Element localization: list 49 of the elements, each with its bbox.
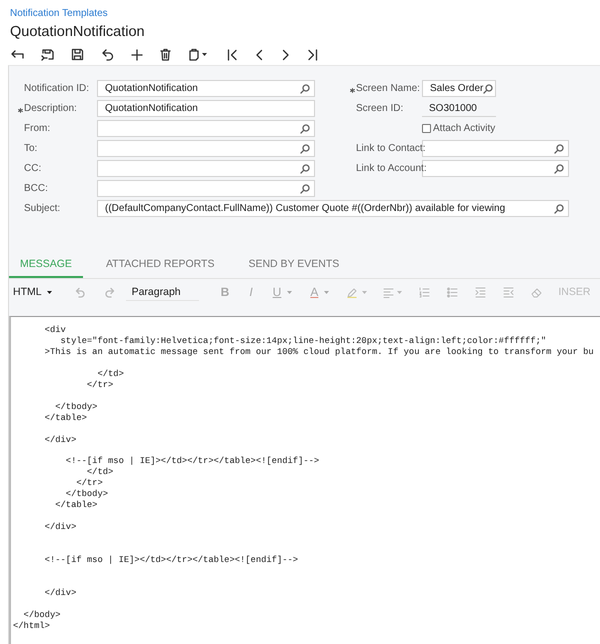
paragraph-dropdown[interactable]: Paragraph: [126, 284, 199, 300]
lookup-field[interactable]: [97, 140, 315, 157]
field-label: Screen ID:: [356, 103, 404, 114]
field-label: Screen Name:: [356, 83, 420, 94]
save-icon[interactable]: [71, 48, 84, 61]
breadcrumb-link[interactable]: Notification Templates: [10, 8, 108, 19]
add-icon[interactable]: [131, 48, 143, 60]
field-label: To:: [24, 143, 38, 154]
save-and-close-icon[interactable]: [41, 48, 54, 61]
next-icon[interactable]: [281, 48, 290, 60]
lookup-field[interactable]: ((DefaultCompanyContact.FullName)) Customer Quote #((OrderNbr)) available for viewing: [97, 200, 569, 217]
search-icon[interactable]: [300, 164, 310, 174]
search-icon[interactable]: [300, 124, 310, 134]
search-icon[interactable]: [554, 144, 564, 154]
lookup-field[interactable]: [97, 120, 315, 137]
field-label: Link to Account:: [356, 163, 427, 174]
field-label: Notification ID:: [24, 83, 90, 94]
page-title: QuotationNotification: [10, 24, 145, 40]
field-label: Subject:: [24, 203, 60, 214]
back-arrow-icon[interactable]: [10, 48, 24, 60]
field-label: From:: [24, 123, 50, 134]
input-field[interactable]: QuotationNotification: [97, 100, 315, 117]
search-icon[interactable]: [554, 204, 564, 214]
search-icon[interactable]: [554, 164, 564, 174]
field-label: Link to Contact:: [356, 143, 426, 154]
tab[interactable]: ATTACHED REPORTS: [94, 250, 226, 278]
field-label: Description:: [24, 103, 77, 114]
undo-icon[interactable]: [101, 48, 114, 60]
field-label: BCC:: [24, 183, 48, 194]
html-source-text: <div style="font-family:Helvetica;font-size:14px;line-height:20px;text-align:left;color:#ffffff;" >This is an automatic message sent from our 100% cloud platform. If you are looking to transform your bu </td> </tr> </tbody> </table> </div> <!--[if mso | IE]></td></tr></table><![endif]--> </td> </tr> </tbody> </table> </div> <!--[if mso | IE]></td></tr></table><![endif]--> </div> </body> </html>: [13, 325, 594, 632]
previous-icon[interactable]: [255, 48, 264, 60]
lookup-field[interactable]: QuotationNotification: [97, 80, 315, 97]
first-record-icon[interactable]: [227, 48, 238, 60]
format-dropdown[interactable]: HTML: [13, 286, 52, 298]
tab[interactable]: SEND BY EVENTS: [237, 250, 350, 278]
search-icon[interactable]: [300, 144, 310, 154]
attach-activity-checkbox[interactable]: Attach Activity: [422, 123, 600, 134]
lookup-field[interactable]: [97, 160, 315, 177]
search-icon[interactable]: [483, 84, 494, 94]
field-label: CC:: [24, 163, 42, 174]
read-only-field: SO301000: [422, 100, 496, 117]
lookup-field[interactable]: [97, 180, 315, 197]
caret-icon: [46, 290, 52, 294]
delete-icon[interactable]: [160, 48, 171, 61]
lookup-field[interactable]: Sales Order: [422, 80, 496, 97]
last-record-icon[interactable]: [307, 48, 318, 60]
search-icon[interactable]: [300, 84, 310, 94]
copy-paste-icon[interactable]: [188, 48, 207, 61]
search-icon[interactable]: [300, 184, 310, 194]
